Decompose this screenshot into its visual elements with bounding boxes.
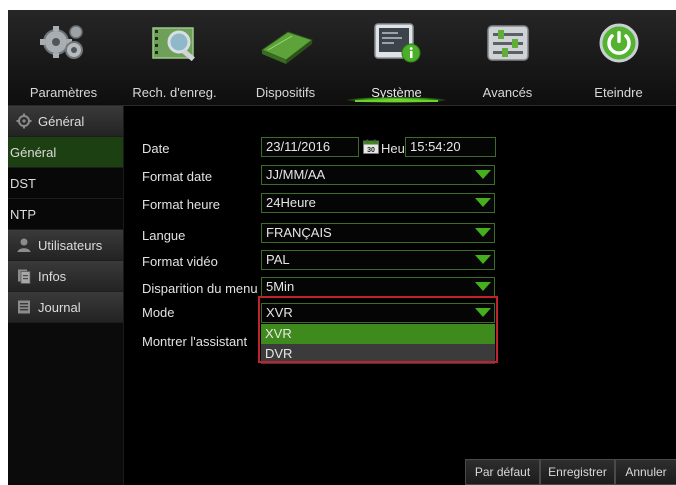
video-format-label: Format vidéo [142, 254, 218, 269]
gear-icon [16, 113, 32, 129]
sidebar-item-label: Journal [38, 300, 81, 315]
nav-dispositifs[interactable]: Dispositifs [230, 10, 341, 105]
menu-timeout-select[interactable]: 5Min [261, 277, 495, 297]
mode-label: Mode [142, 305, 175, 320]
chevron-down-icon[interactable] [472, 194, 494, 212]
sidebar-item-label: NTP [10, 207, 36, 222]
time-format-select[interactable]: 24Heure [261, 193, 495, 213]
date-format-select[interactable]: JJ/MM/AA [261, 165, 495, 185]
nav-parametres[interactable]: Paramètres [8, 10, 119, 105]
language-label: Langue [142, 228, 186, 243]
time-format-label: Format heure [142, 197, 221, 212]
sidebar-group-utilisateurs[interactable]: Utilisateurs [8, 230, 123, 261]
date-label: Date [142, 141, 170, 156]
calendar-day: 30 [367, 147, 375, 154]
nav-label: Rech. d'enreg. [132, 85, 217, 100]
sidebar-group-journal[interactable]: Journal [8, 292, 123, 323]
calendar-icon[interactable]: 30 [363, 139, 379, 154]
language-select[interactable]: FRANÇAIS [261, 223, 495, 243]
sidebar-item-general[interactable]: Général [8, 137, 123, 168]
chevron-down-icon[interactable] [472, 166, 494, 184]
dvr-device-icon [260, 31, 313, 64]
date-format-label: Format date [142, 169, 213, 184]
sidebar-item-dst[interactable]: DST [8, 168, 123, 199]
date-field[interactable]: 23/11/2016 [261, 137, 359, 157]
chevron-down-icon[interactable] [472, 278, 494, 296]
cancel-button[interactable]: Annuler [615, 459, 676, 485]
video-format-select[interactable]: PAL [261, 250, 495, 270]
nav-avances[interactable]: Avancés [452, 10, 563, 105]
top-navigation: Paramètres Rech. d'enreg. Dispositifs Sy… [8, 10, 676, 106]
info-icon [18, 269, 31, 284]
date-format-value: JJ/MM/AA [266, 167, 326, 182]
sidebar-item-label: Général [38, 114, 85, 129]
chevron-down-icon[interactable] [472, 251, 494, 269]
active-tab-underline [355, 100, 438, 102]
power-icon [599, 23, 638, 63]
sidebar-item-label: Infos [38, 269, 67, 284]
nav-eteindre[interactable]: Eteindre [563, 10, 674, 105]
user-icon [17, 238, 31, 252]
nav-recherche[interactable]: Rech. d'enreg. [119, 10, 230, 105]
menu-timeout-label: Disparition du menu [142, 281, 258, 296]
sidebar-group-infos[interactable]: Infos [8, 261, 123, 292]
sidebar-item-ntp[interactable]: NTP [8, 199, 123, 230]
nav-label: Avancés [482, 85, 533, 100]
chevron-down-icon[interactable] [472, 224, 494, 242]
film-search-icon [151, 27, 195, 62]
sidebar-item-label: Général [10, 145, 57, 160]
mode-dropdown-highlight-box [258, 296, 498, 363]
sidebar-item-label: Utilisateurs [38, 238, 103, 253]
nav-label: Eteindre [594, 85, 643, 100]
menu-timeout-value: 5Min [266, 279, 295, 294]
default-button[interactable]: Par défaut [465, 459, 540, 485]
sidebar-group-general[interactable]: Général [8, 106, 123, 137]
dvr-settings-screen: Paramètres Rech. d'enreg. Dispositifs Sy… [8, 10, 676, 485]
system-info-icon [373, 23, 420, 63]
language-value: FRANÇAIS [266, 225, 332, 240]
log-icon [18, 300, 30, 314]
time-format-value: 24Heure [266, 195, 316, 210]
video-format-value: PAL [266, 252, 290, 267]
general-settings-panel: Date 23/11/2016 30 Heure 15:54:20 Format… [123, 106, 676, 485]
sidebar: Général Général DST NTP Utilisateurs Inf… [8, 106, 123, 485]
sidebar-item-label: DST [10, 176, 36, 191]
sliders-icon [486, 25, 529, 61]
time-field[interactable]: 15:54:20 [405, 137, 496, 157]
gears-icon [39, 25, 83, 59]
save-button[interactable]: Enregistrer [540, 459, 615, 485]
nav-systeme[interactable]: Système [341, 10, 452, 105]
nav-label: Dispositifs [255, 85, 316, 100]
wizard-label: Montrer l'assistant [142, 334, 248, 349]
nav-label: Paramètres [29, 85, 98, 100]
